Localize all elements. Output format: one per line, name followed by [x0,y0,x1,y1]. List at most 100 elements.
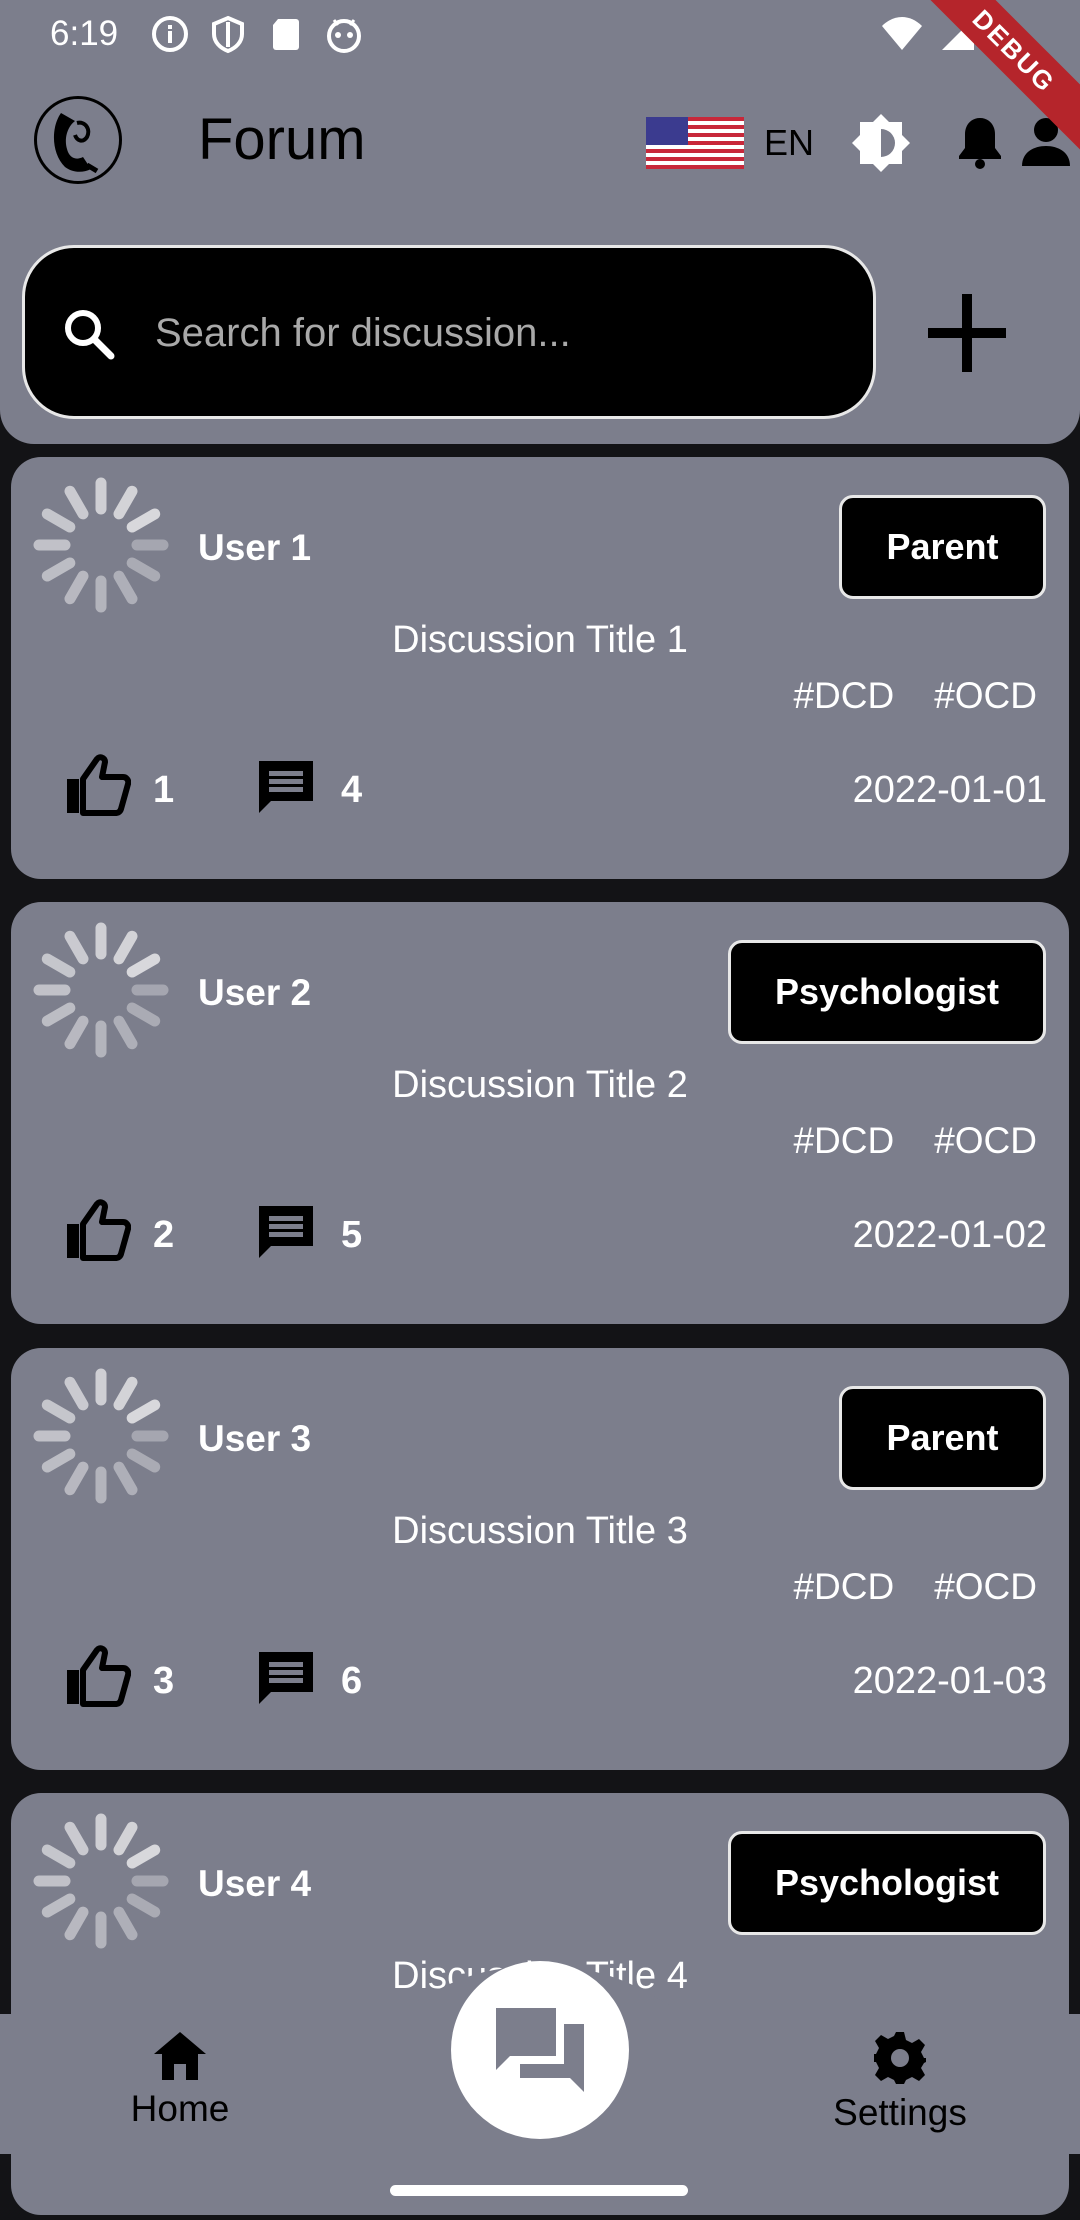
spinner-segment [126,1448,161,1473]
gear-icon [874,2032,926,2084]
spinner-segment [126,1002,161,1027]
forum-icon [496,2008,584,2092]
discussion-title[interactable]: Discussion Title 2 [11,1064,1069,1107]
home-icon [154,2032,206,2080]
add-discussion-button[interactable] [918,278,1018,388]
search-bar[interactable] [22,245,876,419]
nav-home-label: Home [130,2088,230,2129]
thumb-up-icon[interactable] [63,1198,131,1262]
like-count: 2 [153,1214,175,1256]
spinner-segment [126,1893,161,1918]
spinner-segment [64,1906,89,1941]
comment-icon[interactable] [255,1648,317,1708]
tag[interactable]: #DCD [793,1120,894,1162]
spinner-segment [41,1399,76,1424]
spinner-segment [113,1906,138,1941]
tag-list: #DCD #OCD [793,675,1037,717]
spinner-segment [64,1376,89,1411]
discussion-date: 2022-01-02 [852,1214,1047,1256]
username: User 2 [198,972,312,1013]
search-input[interactable] [155,298,845,368]
role-badge[interactable]: Psychologist [728,940,1046,1044]
discussion-card[interactable]: User 2 Psychologist Discussion Title 2 #… [11,902,1069,1324]
spinner-segment [113,485,138,520]
spinner-segment [126,1844,161,1869]
role-badge[interactable]: Psychologist [728,1831,1046,1935]
comment-icon[interactable] [255,757,317,817]
spinner-segment [64,485,89,520]
thumb-up-icon[interactable] [63,1644,131,1708]
avatar-loading-spinner-icon [33,1813,169,1949]
spinner-segment [41,1448,76,1473]
app-header: 6:19 Forum EN [0,0,1080,444]
language-label[interactable]: EN [764,122,814,164]
nav-home[interactable]: Home [80,2030,280,2130]
tag[interactable]: #DCD [793,675,894,717]
role-badge[interactable]: Parent [839,495,1046,599]
spinner-segment [41,557,76,582]
tag[interactable]: #OCD [934,1120,1037,1162]
comment-count: 5 [341,1214,363,1256]
nav-settings[interactable]: Settings [800,2030,1000,2134]
spinner-segment [126,1399,161,1424]
wifi-icon [882,17,922,50]
discussion-date: 2022-01-03 [852,1660,1047,1702]
discussion-title[interactable]: Discussion Title 1 [11,619,1069,662]
tag-list: #DCD #OCD [793,1566,1037,1608]
tag-list: #DCD #OCD [793,1120,1037,1162]
spinner-segment [113,1461,138,1496]
spinner-segment [64,1015,89,1050]
brightness-icon[interactable] [850,112,912,174]
spinner-segment [113,1015,138,1050]
spinner-segment [41,1002,76,1027]
shield-icon [212,15,244,54]
comment-count: 4 [341,769,363,811]
sd-card-icon [273,19,299,50]
discussion-card[interactable]: User 1 Parent Discussion Title 1 #DCD #OC… [11,457,1069,879]
search-icon [65,310,115,360]
android-icon [327,19,361,53]
spinner-segment [113,1821,138,1856]
app-logo[interactable] [34,96,122,184]
tag[interactable]: #OCD [934,1566,1037,1608]
like-count: 3 [153,1660,175,1702]
thumb-up-icon[interactable] [63,753,131,817]
page-title: Forum [198,107,366,172]
spinner-segment [64,1461,89,1496]
spinner-segment [41,1893,76,1918]
nav-settings-label: Settings [833,2092,967,2133]
discussion-title[interactable]: Discussion Title 3 [11,1510,1069,1553]
spinner-segment [41,953,76,978]
comment-icon[interactable] [255,1202,317,1262]
discussion-card[interactable]: User 3 Parent Discussion Title 3 #DCD #OC… [11,1348,1069,1770]
spinner-segment [126,953,161,978]
username: User 4 [198,1863,312,1904]
discussion-date: 2022-01-01 [852,769,1047,811]
spinner-segment [126,557,161,582]
tag[interactable]: #OCD [934,675,1037,717]
avatar-loading-spinner-icon [33,477,169,613]
spinner-segment [41,508,76,533]
spinner-segment [64,930,89,965]
status-time: 6:19 [50,14,119,53]
forum-fab-button[interactable] [451,1961,629,2139]
spinner-segment [64,570,89,605]
spinner-segment [113,930,138,965]
spinner-segment [113,570,138,605]
us-flag-icon[interactable] [646,117,744,169]
role-badge[interactable]: Parent [839,1386,1046,1490]
tag[interactable]: #DCD [793,1566,894,1608]
avatar-loading-spinner-icon [33,922,169,1058]
like-count: 1 [153,769,175,811]
username: User 3 [198,1418,312,1459]
logo-icon [53,113,99,174]
status-bar: 6:19 [0,0,1080,66]
spinner-segment [64,1821,89,1856]
spinner-segment [41,1844,76,1869]
avatar-loading-spinner-icon [33,1368,169,1504]
spinner-segment [113,1376,138,1411]
gesture-bar[interactable] [390,2185,688,2196]
info-icon [152,16,188,52]
notifications-icon[interactable] [954,114,1006,170]
username: User 1 [198,527,312,568]
